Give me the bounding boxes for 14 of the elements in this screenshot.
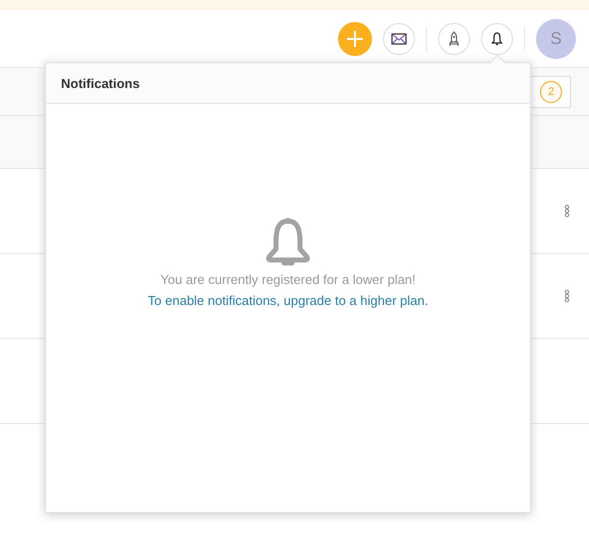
mail-icon [391,32,407,44]
more-icon[interactable] [564,204,570,218]
popover-title: Notifications [61,76,140,90]
upgrade-message: You are currently registered for a lower plan! To enable notifications, upgrade to a higher plan. [146,271,430,310]
more-icon[interactable] [564,289,570,303]
upgrade-link[interactable]: To enable notifications, upgrade to a higher plan. [148,293,428,308]
mail-button[interactable] [383,22,415,54]
count-badge: 2 [540,80,562,102]
rocket-button[interactable] [438,22,470,54]
bell-icon [491,32,503,46]
user-avatar[interactable]: S [536,18,576,58]
plus-icon [346,30,364,48]
bell-button[interactable] [481,22,513,54]
rocket-icon [448,30,460,46]
